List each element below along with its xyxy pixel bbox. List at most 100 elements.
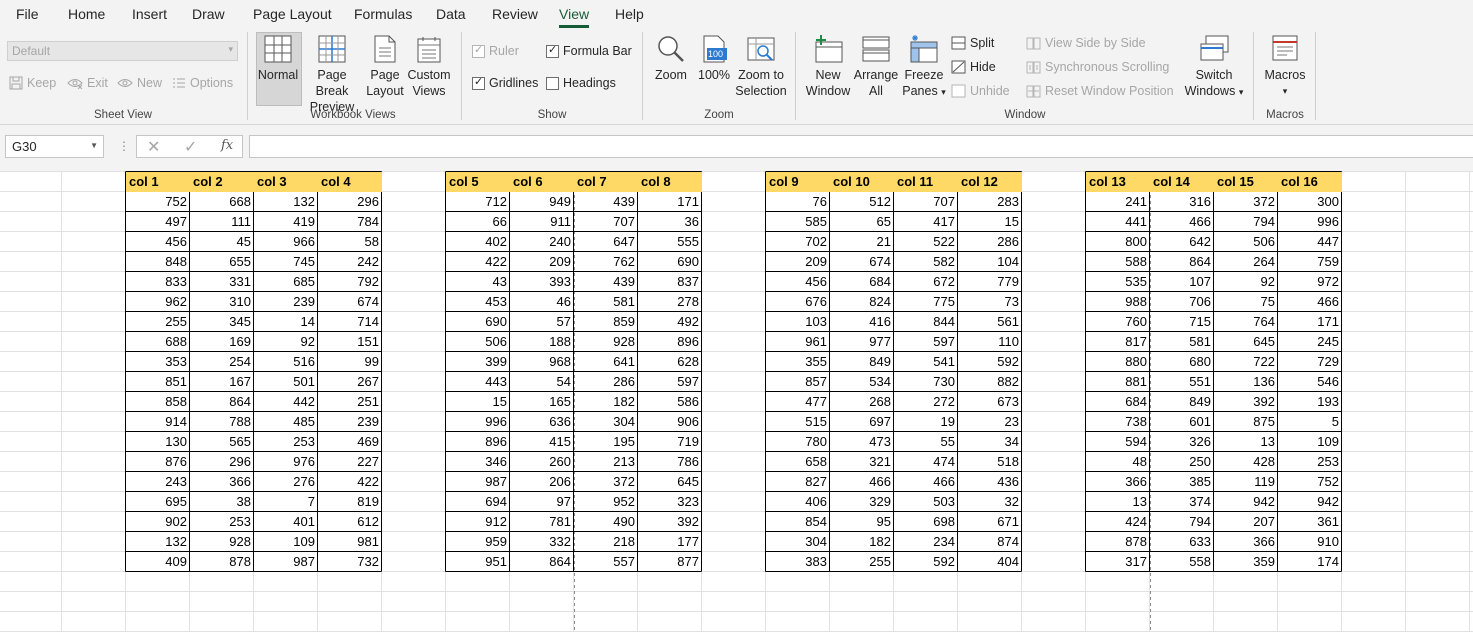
- more-options-icon[interactable]: ⋮: [118, 139, 130, 153]
- data-cell[interactable]: 466: [1150, 212, 1214, 232]
- data-cell[interactable]: 97: [510, 492, 574, 512]
- data-cell[interactable]: 876: [126, 452, 190, 472]
- data-cell[interactable]: 250: [1150, 452, 1214, 472]
- data-cell[interactable]: 283: [958, 192, 1022, 212]
- data-cell[interactable]: 684: [830, 272, 894, 292]
- data-cell[interactable]: 466: [1278, 292, 1342, 312]
- data-cell[interactable]: 151: [318, 332, 382, 352]
- data-cell[interactable]: 92: [1214, 272, 1278, 292]
- data-cell[interactable]: 896: [446, 432, 510, 452]
- data-cell[interactable]: 103: [766, 312, 830, 332]
- view-side-by-side-button[interactable]: View Side by Side: [1026, 36, 1146, 50]
- data-cell[interactable]: 817: [1086, 332, 1150, 352]
- column-header-cell[interactable]: col 10: [830, 172, 894, 192]
- data-cell[interactable]: 239: [318, 412, 382, 432]
- data-cell[interactable]: 612: [318, 512, 382, 532]
- data-cell[interactable]: 240: [510, 232, 574, 252]
- tab-review[interactable]: Review: [492, 6, 538, 22]
- data-cell[interactable]: 792: [318, 272, 382, 292]
- data-cell[interactable]: 968: [510, 352, 574, 372]
- data-cell[interactable]: 241: [1086, 192, 1150, 212]
- data-cell[interactable]: 522: [894, 232, 958, 252]
- data-cell[interactable]: 645: [1214, 332, 1278, 352]
- data-cell[interactable]: 316: [1150, 192, 1214, 212]
- data-cell[interactable]: 392: [1214, 392, 1278, 412]
- data-cell[interactable]: 43: [446, 272, 510, 292]
- data-cell[interactable]: 346: [446, 452, 510, 472]
- data-cell[interactable]: 75: [1214, 292, 1278, 312]
- data-cell[interactable]: 645: [638, 472, 702, 492]
- data-cell[interactable]: 57: [510, 312, 574, 332]
- tab-draw[interactable]: Draw: [192, 6, 225, 22]
- data-cell[interactable]: 914: [126, 412, 190, 432]
- data-cell[interactable]: 76: [766, 192, 830, 212]
- data-cell[interactable]: 959: [446, 532, 510, 552]
- data-cell[interactable]: 132: [254, 192, 318, 212]
- data-cell[interactable]: 329: [830, 492, 894, 512]
- data-cell[interactable]: 492: [638, 312, 702, 332]
- data-cell[interactable]: 512: [830, 192, 894, 212]
- data-cell[interactable]: 58: [318, 232, 382, 252]
- data-cell[interactable]: 707: [574, 212, 638, 232]
- data-cell[interactable]: 34: [958, 432, 1022, 452]
- data-cell[interactable]: 253: [254, 432, 318, 452]
- data-cell[interactable]: 506: [1214, 232, 1278, 252]
- data-cell[interactable]: 729: [1278, 352, 1342, 372]
- data-cell[interactable]: 878: [1086, 532, 1150, 552]
- worksheet-grid[interactable]: col 1 col 2 col 3 col 4 752 668 132 296 497 111 41…: [0, 171, 1473, 632]
- data-cell[interactable]: 781: [510, 512, 574, 532]
- column-header-cell[interactable]: col 12: [958, 172, 1022, 192]
- data-cell[interactable]: 193: [1278, 392, 1342, 412]
- data-cell[interactable]: 775: [894, 292, 958, 312]
- data-cell[interactable]: 859: [574, 312, 638, 332]
- data-cell[interactable]: 218: [574, 532, 638, 552]
- data-cell[interactable]: 406: [766, 492, 830, 512]
- data-cell[interactable]: 321: [830, 452, 894, 472]
- data-cell[interactable]: 73: [958, 292, 1022, 312]
- ruler-checkbox[interactable]: Ruler: [472, 43, 519, 58]
- data-cell[interactable]: 597: [894, 332, 958, 352]
- data-cell[interactable]: 760: [1086, 312, 1150, 332]
- data-cell[interactable]: 881: [1086, 372, 1150, 392]
- data-cell[interactable]: 988: [1086, 292, 1150, 312]
- arrange-all-button[interactable]: Arrange All: [852, 34, 900, 99]
- data-cell[interactable]: 132: [126, 532, 190, 552]
- data-cell[interactable]: 171: [638, 192, 702, 212]
- data-cell[interactable]: 561: [958, 312, 1022, 332]
- data-cell[interactable]: 13: [1214, 432, 1278, 452]
- column-header-cell[interactable]: col 11: [894, 172, 958, 192]
- data-cell[interactable]: 447: [1278, 232, 1342, 252]
- column-header-cell[interactable]: col 13: [1086, 172, 1150, 192]
- data-cell[interactable]: 409: [126, 552, 190, 572]
- data-cell[interactable]: 428: [1214, 452, 1278, 472]
- data-cell[interactable]: 690: [638, 252, 702, 272]
- data-cell[interactable]: 92: [254, 332, 318, 352]
- data-cell[interactable]: 780: [766, 432, 830, 452]
- data-cell[interactable]: 374: [1150, 492, 1214, 512]
- data-cell[interactable]: 195: [574, 432, 638, 452]
- column-header-cell[interactable]: col 2: [190, 172, 254, 192]
- data-cell[interactable]: 594: [1086, 432, 1150, 452]
- data-cell[interactable]: 738: [1086, 412, 1150, 432]
- data-cell[interactable]: 466: [830, 472, 894, 492]
- data-cell[interactable]: 5: [1278, 412, 1342, 432]
- data-cell[interactable]: 359: [1214, 552, 1278, 572]
- data-cell[interactable]: 878: [190, 552, 254, 572]
- data-cell[interactable]: 588: [1086, 252, 1150, 272]
- custom-views-button[interactable]: Custom Views: [406, 34, 452, 99]
- data-cell[interactable]: 680: [1150, 352, 1214, 372]
- data-cell[interactable]: 690: [446, 312, 510, 332]
- data-cell[interactable]: 436: [958, 472, 1022, 492]
- data-cell[interactable]: 633: [1150, 532, 1214, 552]
- data-cell[interactable]: 942: [1278, 492, 1342, 512]
- data-cell[interactable]: 165: [510, 392, 574, 412]
- tab-insert[interactable]: Insert: [132, 6, 167, 22]
- exit-button[interactable]: Exit: [67, 76, 108, 90]
- insert-function-icon[interactable]: fx: [221, 138, 233, 153]
- data-cell[interactable]: 442: [254, 392, 318, 412]
- data-cell[interactable]: 264: [1214, 252, 1278, 272]
- data-cell[interactable]: 239: [254, 292, 318, 312]
- data-cell[interactable]: 422: [318, 472, 382, 492]
- data-cell[interactable]: 864: [510, 552, 574, 572]
- page-layout-view-button[interactable]: Page Layout: [364, 34, 406, 99]
